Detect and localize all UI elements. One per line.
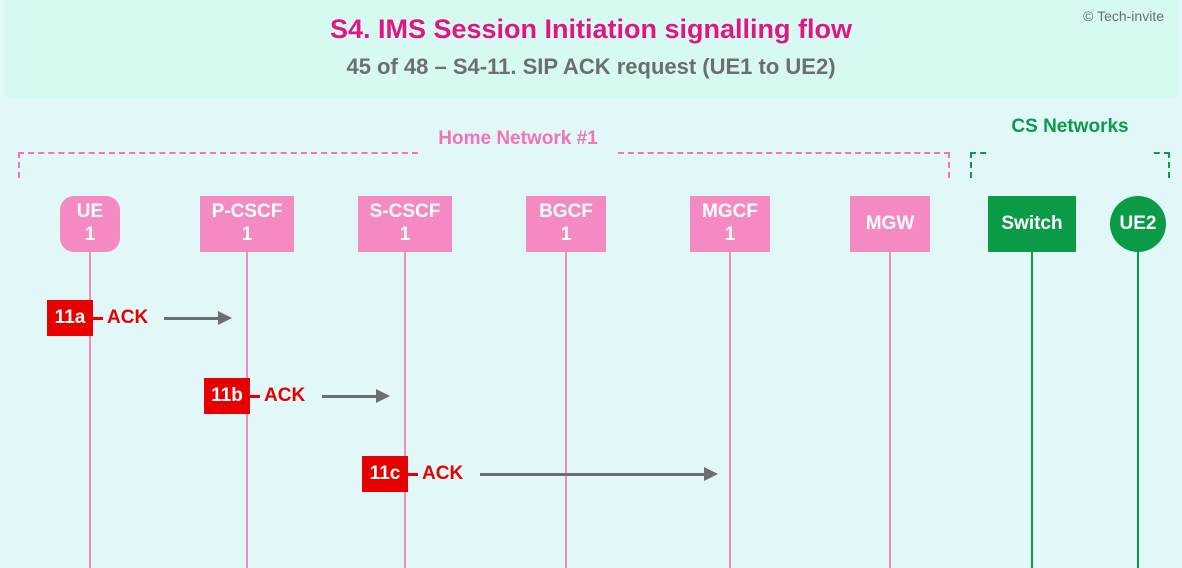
node-ue2: UE2	[1110, 196, 1166, 252]
step-11a-dash	[93, 317, 103, 320]
node-mgcf: MGCF1	[690, 196, 770, 252]
header-band: © Tech-invite S4. IMS Session Initiation…	[4, 0, 1178, 98]
cs-networks-label: CS Networks	[990, 116, 1150, 138]
node-scscf: S-CSCF1	[358, 196, 452, 252]
home-network-bracket-left	[18, 152, 418, 178]
step-11a-label: ACK	[107, 307, 148, 329]
step-11a-arrow-line	[164, 317, 220, 320]
diagram-canvas: © Tech-invite S4. IMS Session Initiation…	[0, 0, 1182, 568]
lifeline-scscf	[404, 252, 406, 568]
step-11c-label: ACK	[422, 463, 463, 485]
node-ue1: UE1	[60, 196, 120, 252]
diagram-subtitle: 45 of 48 – S4-11. SIP ACK request (UE1 t…	[4, 54, 1178, 80]
cs-networks-bracket	[970, 152, 1170, 178]
step-11a-id: 11a	[47, 300, 93, 336]
node-switch: Switch	[988, 196, 1076, 252]
node-pcscf: P-CSCF1	[200, 196, 294, 252]
lifeline-switch	[1031, 252, 1033, 568]
step-11b-arrow-line	[322, 395, 378, 398]
step-11c-arrow-head	[704, 467, 718, 481]
step-11b-id: 11b	[204, 378, 250, 414]
lifeline-ue2	[1137, 252, 1139, 568]
lifeline-bgcf	[565, 252, 567, 568]
step-11c-id: 11c	[362, 456, 408, 492]
home-network-label: Home Network #1	[418, 128, 618, 150]
step-11c-dash	[408, 473, 418, 476]
home-network-bracket-right	[618, 152, 950, 178]
node-mgw: MGW	[850, 196, 930, 252]
step-11b-arrow-head	[376, 389, 390, 403]
diagram-title: S4. IMS Session Initiation signalling fl…	[4, 14, 1178, 45]
step-11a-arrow-head	[218, 311, 232, 325]
lifeline-mgcf	[729, 252, 731, 568]
step-11b-dash	[250, 395, 260, 398]
step-11b-label: ACK	[264, 385, 305, 407]
node-bgcf: BGCF1	[526, 196, 606, 252]
step-11c-arrow-line	[480, 473, 706, 476]
lifeline-mgw	[889, 252, 891, 568]
